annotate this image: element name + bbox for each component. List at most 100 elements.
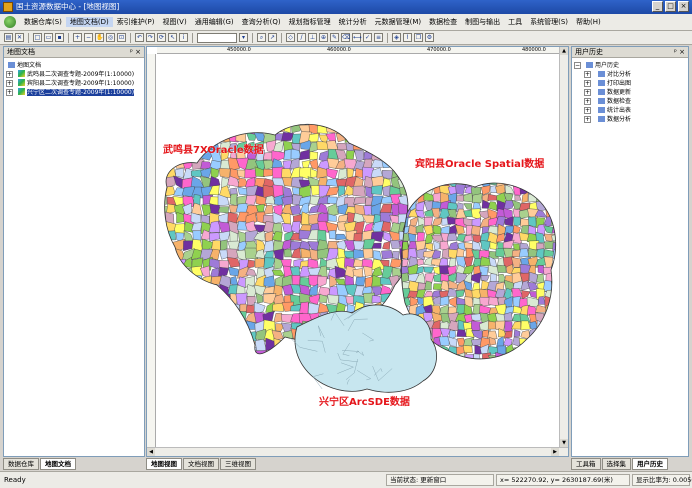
land-parcel[interactable] [401, 168, 409, 181]
land-parcel[interactable] [346, 167, 354, 179]
horizontal-scrollbar[interactable]: ◀ ▶ [147, 447, 568, 456]
land-parcel[interactable] [371, 185, 383, 195]
land-parcel[interactable] [182, 294, 195, 303]
menu-system-admin[interactable]: 系统管理(S) [526, 17, 572, 27]
land-parcel[interactable] [200, 302, 214, 314]
land-parcel[interactable] [208, 294, 223, 304]
land-parcel[interactable] [397, 149, 411, 161]
land-parcel[interactable] [217, 206, 229, 214]
land-parcel[interactable] [364, 124, 375, 135]
land-parcel[interactable] [379, 131, 394, 145]
land-parcel[interactable] [392, 140, 402, 154]
land-parcel[interactable] [511, 352, 522, 362]
land-parcel[interactable] [301, 160, 311, 169]
land-parcel[interactable] [424, 216, 433, 226]
land-parcel[interactable] [536, 329, 546, 340]
land-parcel[interactable] [344, 131, 356, 143]
land-parcel[interactable] [471, 338, 482, 346]
land-parcel[interactable] [209, 176, 221, 187]
land-parcel[interactable] [391, 167, 402, 179]
land-parcel[interactable] [164, 310, 177, 323]
menu-statistics[interactable]: 统计分析 [335, 17, 371, 27]
land-parcel[interactable] [184, 274, 195, 288]
fit-icon[interactable]: ⊡ [117, 33, 126, 42]
land-parcel[interactable] [505, 360, 514, 370]
land-parcel[interactable] [247, 259, 255, 269]
land-parcel[interactable] [416, 170, 429, 179]
land-parcel[interactable] [513, 329, 521, 337]
land-parcel[interactable] [209, 331, 223, 342]
land-parcel[interactable] [398, 130, 410, 144]
land-parcel[interactable] [176, 357, 184, 367]
pin-close-icon[interactable]: ᵖ × [130, 47, 141, 57]
scroll-left-icon[interactable]: ◀ [147, 448, 155, 456]
land-parcel[interactable] [209, 356, 222, 367]
land-parcel[interactable] [229, 123, 239, 133]
land-parcel[interactable] [190, 285, 204, 296]
land-parcel[interactable] [519, 343, 530, 356]
land-parcel[interactable] [397, 141, 410, 153]
land-parcel[interactable] [419, 143, 427, 152]
tab-toolbox[interactable]: 工具箱 [571, 458, 601, 470]
redo-icon[interactable]: ↷ [146, 33, 155, 42]
land-parcel[interactable] [355, 114, 364, 125]
land-parcel[interactable] [236, 349, 249, 359]
scroll-up-icon[interactable]: ▲ [560, 47, 568, 55]
land-parcel[interactable] [236, 124, 249, 132]
land-parcel[interactable] [272, 347, 285, 358]
land-parcel[interactable] [439, 353, 450, 362]
land-parcel[interactable] [236, 310, 247, 324]
land-parcel[interactable] [181, 337, 196, 350]
land-parcel[interactable] [463, 192, 473, 203]
land-parcel[interactable] [380, 151, 393, 162]
merge-icon[interactable]: ⊕ [319, 33, 328, 42]
land-parcel[interactable] [511, 257, 521, 268]
land-parcel[interactable] [381, 158, 394, 169]
land-parcel[interactable] [263, 240, 275, 253]
land-parcel[interactable] [440, 170, 449, 179]
land-parcel[interactable] [220, 305, 231, 316]
land-parcel[interactable] [272, 302, 284, 312]
land-parcel[interactable] [487, 360, 498, 370]
land-parcel[interactable] [544, 353, 554, 364]
land-parcel[interactable] [283, 248, 293, 258]
land-parcel[interactable] [185, 303, 193, 314]
edit-vertex-icon[interactable]: ◇ [286, 33, 295, 42]
land-parcel[interactable] [528, 363, 538, 370]
measure-icon[interactable]: ⟷ [352, 33, 362, 42]
land-parcel[interactable] [433, 240, 440, 250]
tree-item-binyang[interactable]: + 宾阳县二次调查专题-2009年(1:10000) [6, 79, 142, 88]
land-parcel[interactable] [352, 185, 366, 197]
expand-icon[interactable]: + [6, 89, 13, 96]
land-parcel[interactable] [229, 311, 240, 323]
scroll-right-icon[interactable]: ▶ [551, 448, 559, 456]
menu-cartography-output[interactable]: 制图与输出 [461, 17, 504, 27]
land-parcel[interactable] [495, 233, 505, 243]
land-parcel[interactable] [183, 311, 193, 323]
land-parcel[interactable] [520, 177, 529, 186]
land-parcel[interactable] [289, 240, 302, 251]
land-parcel[interactable] [254, 113, 267, 126]
land-parcel[interactable] [191, 310, 202, 324]
identify-icon[interactable]: i [179, 33, 188, 42]
pointer-icon[interactable]: ↗ [268, 33, 277, 42]
land-parcel[interactable] [512, 243, 521, 251]
land-parcel[interactable] [309, 151, 319, 160]
scale-dropdown[interactable] [197, 32, 237, 43]
land-parcel[interactable] [185, 347, 195, 358]
map-canvas[interactable] [157, 55, 561, 445]
land-parcel[interactable] [176, 338, 187, 351]
land-parcel[interactable] [226, 257, 241, 268]
land-parcel[interactable] [184, 285, 194, 297]
land-parcel[interactable] [316, 275, 328, 288]
land-parcel[interactable] [364, 132, 376, 144]
land-parcel[interactable] [364, 140, 374, 153]
land-parcel[interactable] [218, 115, 231, 126]
land-parcel[interactable] [391, 157, 401, 170]
pin-close-icon[interactable]: ᵖ × [674, 47, 685, 57]
land-parcel[interactable] [406, 140, 416, 152]
land-parcel[interactable] [381, 250, 394, 260]
land-parcel[interactable] [504, 371, 513, 379]
land-parcel[interactable] [175, 278, 186, 286]
split-icon[interactable]: ⊥ [308, 33, 317, 42]
